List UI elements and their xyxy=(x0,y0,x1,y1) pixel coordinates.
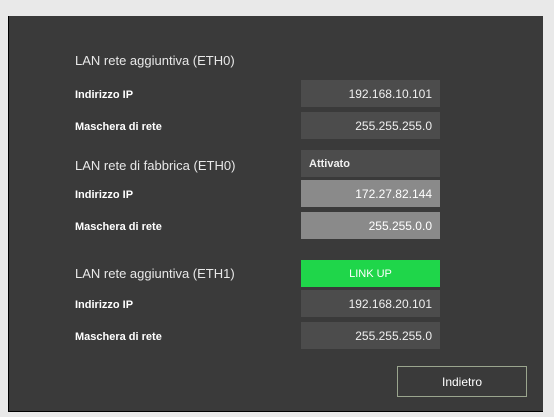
ip-label-eth1-additional: Indirizzo IP xyxy=(75,299,134,311)
mask-field-eth0-additional[interactable]: 255.255.255.0 xyxy=(301,112,440,139)
mask-label-eth1-additional: Maschera di rete xyxy=(75,331,162,343)
mask-label-eth0-additional: Maschera di rete xyxy=(75,121,162,133)
network-settings-panel: LAN rete aggiuntiva (ETH0) Indirizzo IP … xyxy=(8,16,543,412)
mask-field-eth1-additional[interactable]: 255.255.255.0 xyxy=(301,322,440,349)
ip-field-eth0-additional[interactable]: 192.168.10.101 xyxy=(301,80,440,107)
ip-label-eth0-additional: Indirizzo IP xyxy=(75,89,134,101)
ip-field-eth1-additional[interactable]: 192.168.20.101 xyxy=(301,290,440,317)
back-button[interactable]: Indietro xyxy=(397,366,527,397)
link-status-badge-eth1: LINK UP xyxy=(301,260,440,287)
mask-label-eth0-factory: Maschera di rete xyxy=(75,221,162,233)
ip-label-eth0-factory: Indirizzo IP xyxy=(75,189,134,201)
mask-field-eth0-factory[interactable]: 255.255.0.0 xyxy=(301,212,440,239)
section-title-eth0-additional: LAN rete aggiuntiva (ETH0) xyxy=(75,53,235,68)
section-title-eth0-factory: LAN rete di fabbrica (ETH0) xyxy=(75,158,236,173)
section-title-eth1-additional: LAN rete aggiuntiva (ETH1) xyxy=(75,266,235,281)
ip-field-eth0-factory[interactable]: 172.27.82.144 xyxy=(301,180,440,207)
status-toggle-eth0-factory[interactable]: Attivato xyxy=(301,150,440,177)
